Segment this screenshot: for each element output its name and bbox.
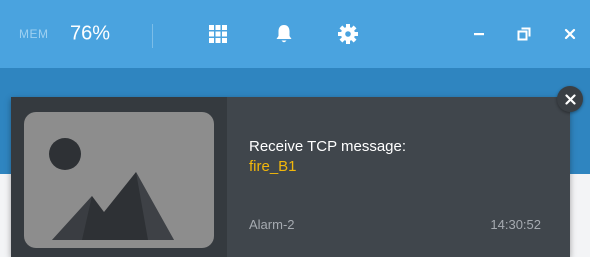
message-value: fire_B1 (249, 158, 297, 175)
message-source: Alarm-2 (249, 217, 295, 232)
thumbnail-panel (11, 97, 227, 257)
message-title: Receive TCP message: (249, 138, 407, 155)
mem-label: MEM (19, 27, 49, 41)
bell-icon[interactable] (275, 24, 293, 44)
notification-card[interactable]: Receive TCP message: fire_B1 Alarm-2 14:… (11, 97, 570, 257)
message-time: 14:30:52 (490, 217, 541, 232)
restore-icon[interactable] (517, 27, 531, 41)
minimize-icon[interactable] (473, 28, 485, 40)
topbar-divider (152, 24, 153, 48)
close-icon (564, 93, 576, 105)
app-window: MEM 76% Receive TCP message: fire_B1 Ala… (0, 0, 590, 257)
title-bar: MEM 76% (0, 0, 590, 68)
notification-close-button[interactable] (557, 86, 583, 112)
gear-icon[interactable] (338, 24, 358, 44)
close-icon[interactable] (564, 28, 576, 40)
mem-value: 76% (70, 22, 111, 45)
grid-icon[interactable] (209, 25, 227, 43)
image-placeholder-icon (24, 112, 214, 248)
